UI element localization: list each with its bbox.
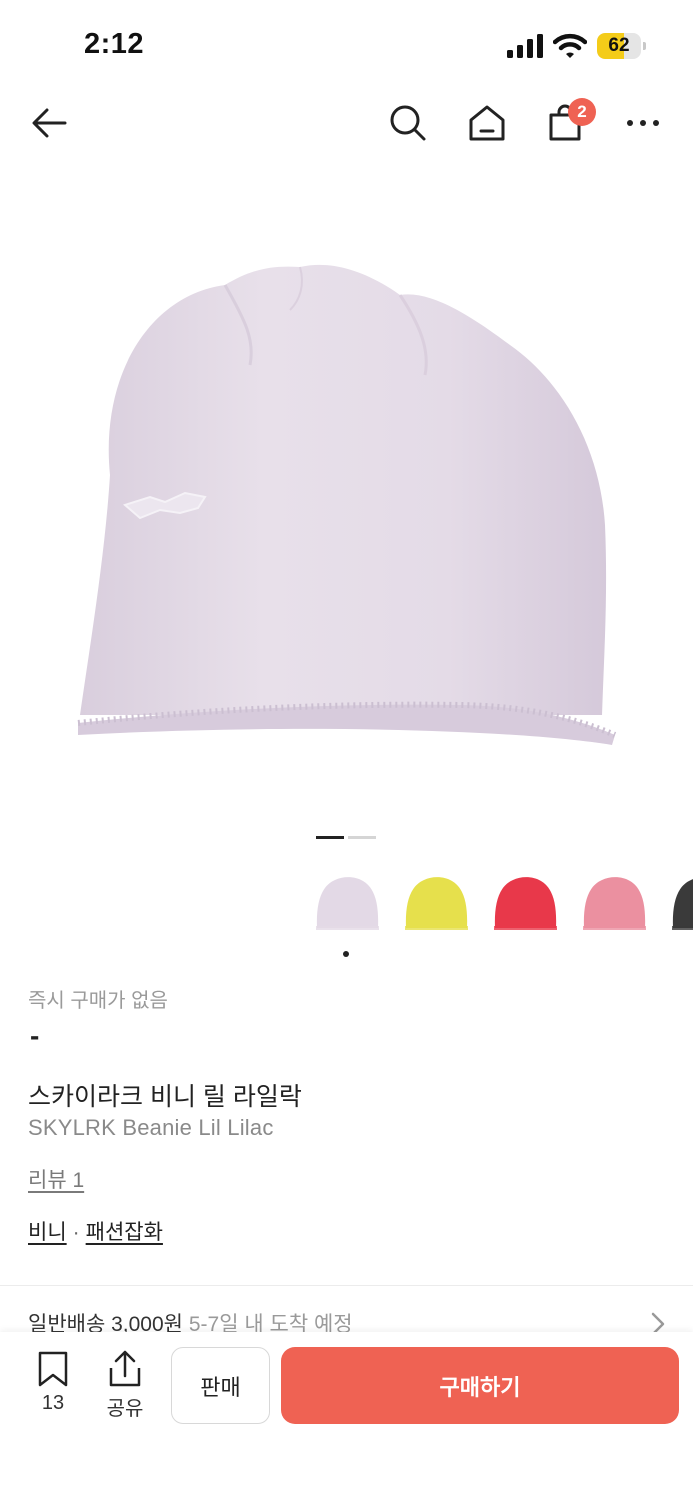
bookmark-icon <box>38 1351 68 1387</box>
color-swatch-black[interactable] <box>669 868 693 936</box>
instant-buy-price: - <box>30 1020 40 1051</box>
back-button[interactable] <box>27 92 71 154</box>
battery-level: 62 <box>608 35 630 56</box>
color-swatch-yellow[interactable] <box>402 868 470 936</box>
category-link-fashion-accessories[interactable]: 패션잡화 <box>86 1221 163 1244</box>
share-label: 공유 <box>106 1398 144 1420</box>
section-divider <box>0 1285 693 1286</box>
bookmark-count: 13 <box>41 1392 65 1414</box>
battery-indicator: 62 <box>597 33 647 59</box>
product-name-korean: 스카이라크 비니 릴 라일락 <box>28 1083 302 1111</box>
status-time: 2:12 <box>84 28 145 60</box>
share-button[interactable]: 공유 <box>100 1348 150 1420</box>
cart-count-badge: 2 <box>568 98 596 126</box>
sell-button[interactable]: 판매 <box>171 1347 270 1424</box>
cellular-signal-icon <box>507 34 543 58</box>
image-page-indicator <box>316 836 378 840</box>
home-button[interactable] <box>465 92 509 154</box>
category-link-beanie[interactable]: 비니 <box>28 1221 67 1244</box>
home-icon <box>469 105 505 141</box>
arrow-left-icon <box>32 108 67 138</box>
search-icon <box>390 105 426 141</box>
status-bar: 2:12 62 <box>0 0 693 92</box>
selected-swatch-dot <box>343 951 349 957</box>
category-breadcrumb: 비니 · 패션잡화 <box>28 1216 163 1246</box>
category-separator: · <box>72 1221 80 1244</box>
color-swatch-pink[interactable] <box>580 868 648 936</box>
color-swatch-list <box>0 862 693 952</box>
more-horizontal-icon <box>627 120 659 126</box>
product-image[interactable] <box>0 175 693 815</box>
buy-button[interactable]: 구매하기 <box>281 1347 679 1424</box>
instant-buy-price-label: 즉시 구매가 없음 <box>28 990 168 1012</box>
review-link[interactable]: 리뷰 1 <box>28 1164 84 1194</box>
product-name-english: SKYLRK Beanie Lil Lilac <box>28 1115 274 1140</box>
more-button[interactable] <box>621 92 665 154</box>
share-icon <box>109 1350 141 1387</box>
color-swatch-lilac[interactable] <box>313 868 381 936</box>
search-button[interactable] <box>386 92 430 154</box>
wifi-icon <box>553 33 587 58</box>
color-swatch-red[interactable] <box>491 868 559 936</box>
bookmark-button[interactable]: 13 <box>30 1348 76 1418</box>
